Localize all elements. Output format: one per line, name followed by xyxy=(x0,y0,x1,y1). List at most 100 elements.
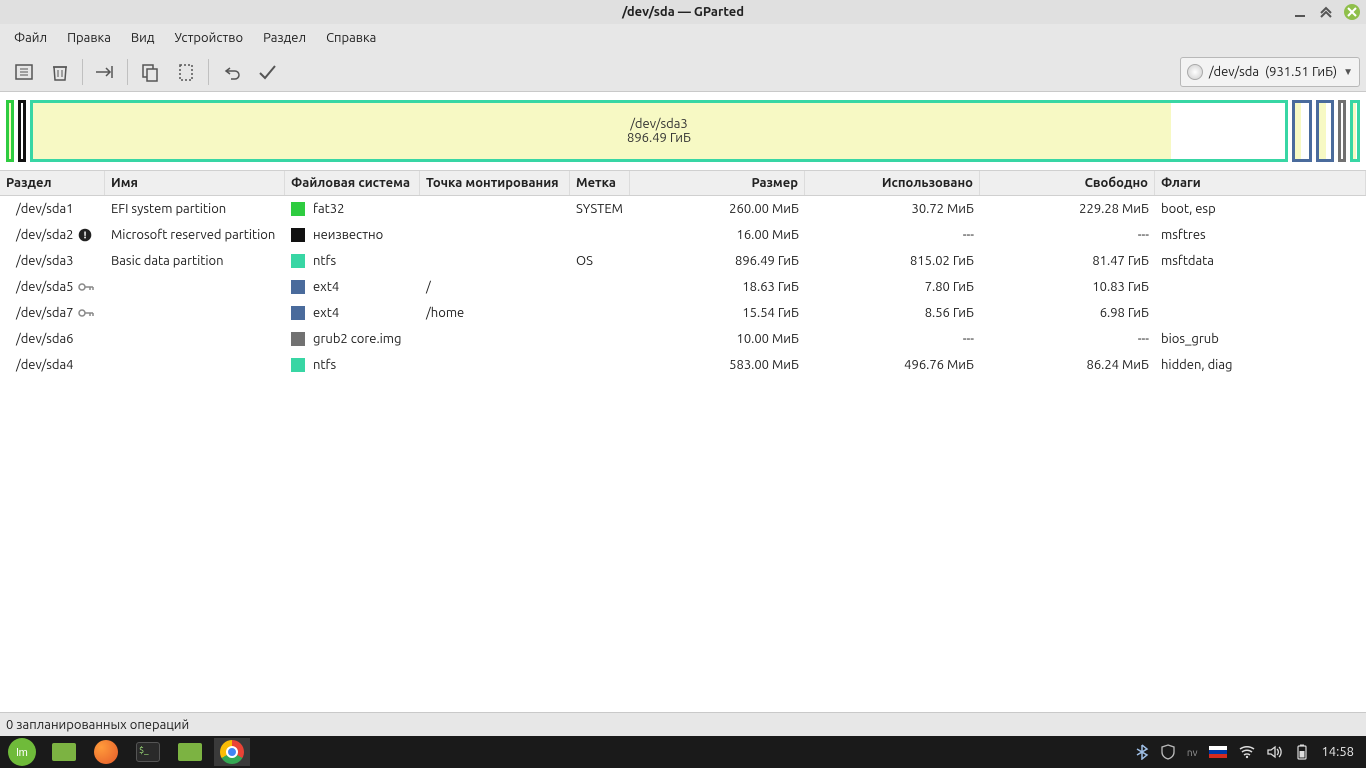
cell-flags: bios_grub xyxy=(1155,327,1366,351)
cell-mountpoint xyxy=(420,230,570,240)
cell-label: SYSTEM xyxy=(570,197,630,221)
col-label[interactable]: Метка xyxy=(570,171,630,195)
table-row[interactable]: /dev/sda1EFI system partitionfat32SYSTEM… xyxy=(0,196,1366,222)
toolbar-separator xyxy=(82,59,83,85)
warning-icon: ! xyxy=(78,228,92,242)
col-filesystem[interactable]: Файловая система xyxy=(285,171,420,195)
col-used[interactable]: Использовано xyxy=(805,171,980,195)
volume-icon[interactable] xyxy=(1267,745,1283,759)
new-partition-button[interactable] xyxy=(6,55,42,89)
cell-free: --- xyxy=(980,223,1155,247)
cell-mountpoint: /home xyxy=(420,301,570,325)
cell-used: 8.56 ГиБ xyxy=(805,301,980,325)
fs-color-swatch xyxy=(291,306,305,320)
minimize-button[interactable] xyxy=(1292,4,1308,20)
apply-button[interactable] xyxy=(249,55,285,89)
taskbar-chrome[interactable] xyxy=(214,738,250,766)
cell-name: Microsoft reserved partition xyxy=(105,223,285,247)
cell-device: /dev/sda5 xyxy=(16,280,74,294)
cell-filesystem: ext4 xyxy=(313,306,339,320)
diskmap-sda6[interactable] xyxy=(1338,100,1346,162)
cell-free: --- xyxy=(980,327,1155,351)
col-size[interactable]: Размер xyxy=(630,171,805,195)
table-row[interactable]: /dev/sda4ntfs583.00 МиБ496.76 МиБ86.24 М… xyxy=(0,352,1366,378)
key-icon xyxy=(78,307,94,319)
table-row[interactable]: /dev/sda6grub2 core.img10.00 МиБ------bi… xyxy=(0,326,1366,352)
cell-used: 815.02 ГиБ xyxy=(805,249,980,273)
cell-free: 6.98 ГиБ xyxy=(980,301,1155,325)
cell-size: 15.54 ГиБ xyxy=(630,301,805,325)
cell-free: 81.47 ГиБ xyxy=(980,249,1155,273)
statusbar: 0 запланированных операций xyxy=(0,712,1366,736)
col-mountpoint[interactable]: Точка монтирования xyxy=(420,171,570,195)
menubar: Файл Правка Вид Устройство Раздел Справк… xyxy=(0,24,1366,52)
diskmap-sda2[interactable] xyxy=(18,100,26,162)
paste-partition-button[interactable] xyxy=(168,55,204,89)
cell-mountpoint xyxy=(420,256,570,266)
diskmap-sda5[interactable] xyxy=(1292,100,1312,162)
cell-free: 86.24 МиБ xyxy=(980,353,1155,377)
key-icon xyxy=(78,281,94,293)
cell-device: /dev/sda7 xyxy=(16,306,74,320)
taskbar-files-2[interactable] xyxy=(172,738,208,766)
menu-view[interactable]: Вид xyxy=(121,27,165,49)
shield-icon[interactable] xyxy=(1161,744,1175,760)
table-row[interactable]: /dev/sda2!Microsoft reserved partitionне… xyxy=(0,222,1366,248)
menu-file[interactable]: Файл xyxy=(4,27,57,49)
device-size: (931.51 ГиБ) xyxy=(1265,65,1337,79)
keyboard-layout-icon[interactable] xyxy=(1209,746,1227,758)
table-header: Раздел Имя Файловая система Точка монтир… xyxy=(0,170,1366,196)
table-row[interactable]: /dev/sda3Basic data partitionntfsOS896.4… xyxy=(0,248,1366,274)
cell-flags xyxy=(1155,282,1366,292)
cell-used: --- xyxy=(805,223,980,247)
table-row[interactable]: /dev/sda5ext4/18.63 ГиБ7.80 ГиБ10.83 ГиБ xyxy=(0,274,1366,300)
delete-partition-button[interactable] xyxy=(42,55,78,89)
undo-button[interactable] xyxy=(213,55,249,89)
copy-partition-button[interactable] xyxy=(132,55,168,89)
cell-flags: msftdata xyxy=(1155,249,1366,273)
col-name[interactable]: Имя xyxy=(105,171,285,195)
menu-partition[interactable]: Раздел xyxy=(253,27,316,49)
resize-partition-button[interactable] xyxy=(87,55,123,89)
cell-filesystem: grub2 core.img xyxy=(313,332,402,346)
cell-used: 7.80 ГиБ xyxy=(805,275,980,299)
cell-label xyxy=(570,360,630,370)
col-flags[interactable]: Флаги xyxy=(1155,171,1366,195)
fs-color-swatch xyxy=(291,228,305,242)
content-area: /dev/sda3 896.49 ГиБ Раздел Имя Файловая… xyxy=(0,92,1366,712)
toolbar-separator xyxy=(208,59,209,85)
menu-device[interactable]: Устройство xyxy=(164,27,253,49)
fs-color-swatch xyxy=(291,254,305,268)
battery-icon[interactable] xyxy=(1295,744,1309,760)
bluetooth-icon[interactable] xyxy=(1135,744,1149,760)
cell-size: 16.00 МиБ xyxy=(630,223,805,247)
col-partition[interactable]: Раздел xyxy=(0,171,105,195)
diskmap-sda7[interactable] xyxy=(1316,100,1334,162)
device-selector[interactable]: /dev/sda (931.51 ГиБ) ▼ xyxy=(1180,57,1360,87)
wifi-icon[interactable] xyxy=(1239,745,1255,759)
taskbar-firefox[interactable] xyxy=(88,738,124,766)
fs-color-swatch xyxy=(291,202,305,216)
cell-name xyxy=(105,334,285,344)
cell-filesystem: ntfs xyxy=(313,254,336,268)
close-button[interactable] xyxy=(1344,4,1360,20)
col-free[interactable]: Свободно xyxy=(980,171,1155,195)
maximize-button[interactable] xyxy=(1318,4,1334,20)
clock-text[interactable]: 14:58 xyxy=(1321,745,1354,759)
menu-edit[interactable]: Правка xyxy=(57,27,121,49)
table-row[interactable]: /dev/sda7 ext4/home 15.54 ГиБ8.56 ГиБ6.98 … xyxy=(0,300,1366,326)
nvidia-icon[interactable]: nv xyxy=(1187,747,1198,758)
cell-name xyxy=(105,360,285,370)
cell-filesystem: fat32 xyxy=(313,202,344,216)
taskbar-terminal[interactable]: $_ xyxy=(130,738,166,766)
diskmap-sda1[interactable] xyxy=(6,100,14,162)
diskmap-sda4[interactable] xyxy=(1350,100,1360,162)
cell-used: 496.76 МиБ xyxy=(805,353,980,377)
cell-label xyxy=(570,230,630,240)
taskbar-files[interactable] xyxy=(46,738,82,766)
start-menu-button[interactable]: lm xyxy=(4,738,40,766)
menu-help[interactable]: Справка xyxy=(316,27,386,49)
diskmap-sda3[interactable]: /dev/sda3 896.49 ГиБ xyxy=(30,100,1288,162)
cell-flags xyxy=(1155,308,1366,318)
cell-size: 896.49 ГиБ xyxy=(630,249,805,273)
